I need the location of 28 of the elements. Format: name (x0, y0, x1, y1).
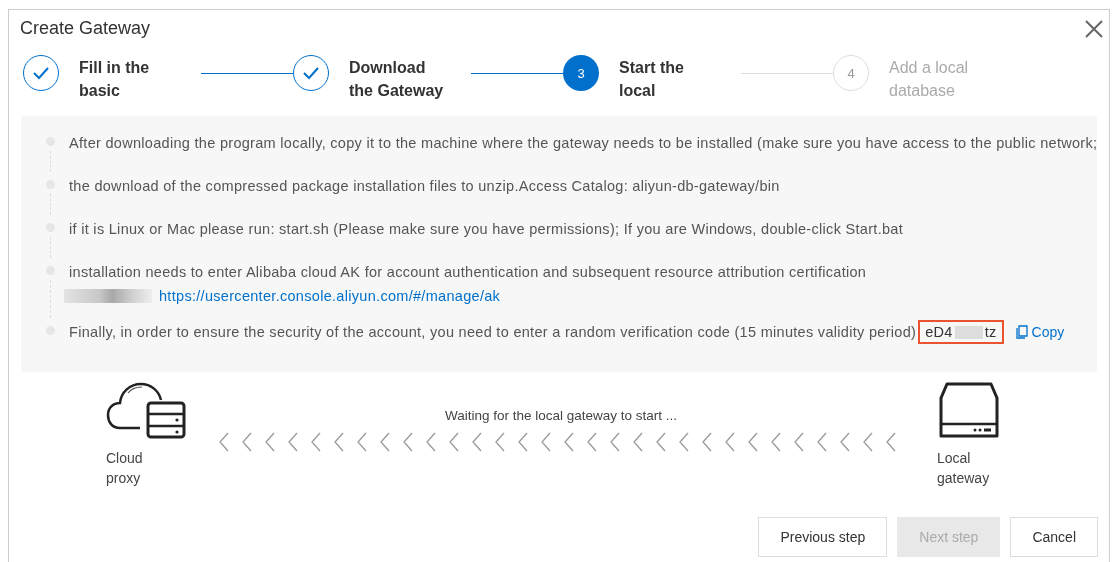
instruction-text: installation needs to enter Alibaba cloud AK for account authentication and subsequent resource attribution certification (69, 264, 867, 280)
step-label: Fill in the basic (79, 58, 151, 101)
step-indicator: 4 (833, 55, 869, 91)
step-label: Start the local (619, 58, 685, 101)
hard-drive-icon (937, 382, 1001, 440)
code-text: tz (984, 324, 997, 340)
instruction-text: if it is Linux or Mac please run: start.sh (Please make sure you have permissions); If you are Windows, double-click Start.bat (69, 221, 904, 237)
check-icon (32, 66, 50, 80)
console-link[interactable]: https://usercenter.console.aliyun.com/#/manage/ak (159, 288, 501, 304)
code-text: eD4 (925, 324, 953, 340)
instruction-text: After downloading the program locally, copy it to the machine where the gateway needs to be installed (make sure you have access to the public network; (69, 135, 1098, 151)
dialog-title: Create Gateway (20, 17, 151, 39)
step-label: Add a local database (889, 58, 970, 101)
copy-button[interactable]: Copy (1015, 324, 1065, 340)
close-icon[interactable] (1085, 20, 1103, 38)
footer-button[interactable]: Previous step (758, 517, 888, 557)
redacted-block (954, 325, 983, 339)
status-text: Waiting for the local gateway to start ... (444, 408, 678, 423)
node-label: Local gateway (937, 449, 987, 488)
node-label: Cloud proxy (106, 449, 144, 488)
step-label: Download the Gateway (349, 58, 445, 101)
cloud-server-icon (106, 382, 186, 440)
step-indicator: 3 (563, 55, 599, 91)
footer-button[interactable]: Cancel (1010, 517, 1098, 557)
instruction-text: Finally, in order to ensure the security of the account, you need to enter a random verification code (15 minutes validity period) (69, 324, 917, 340)
copy-icon (1015, 325, 1028, 339)
check-icon (302, 66, 320, 80)
instruction-text: the download of the compressed package installation files to unzip.Access Catalog: aliyun-db-gateway/bin (69, 178, 780, 194)
